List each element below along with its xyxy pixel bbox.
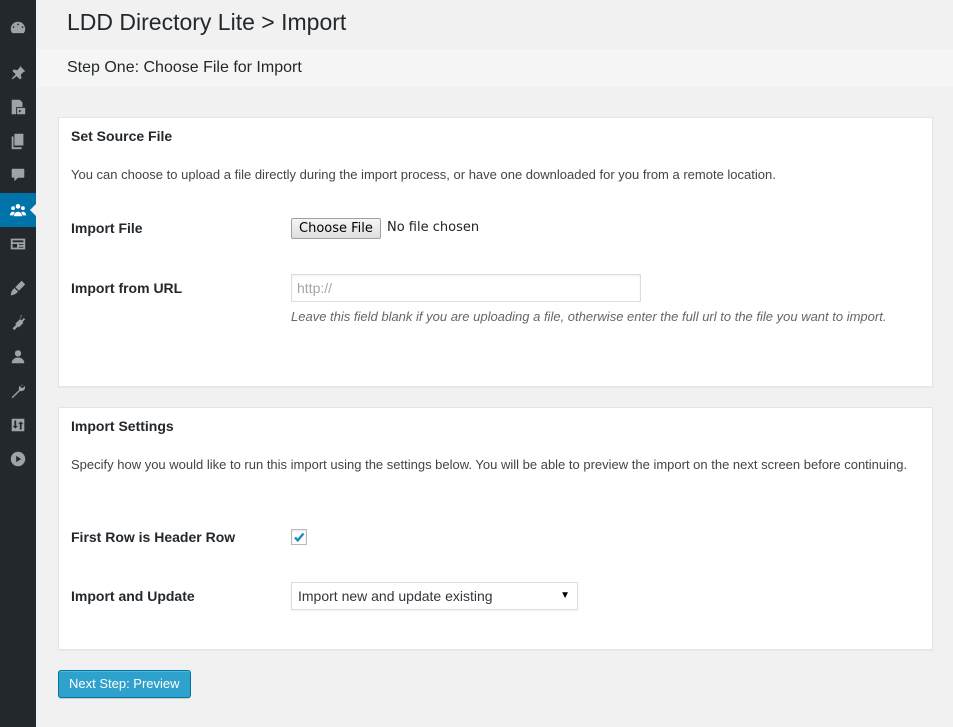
import-url-input[interactable] [291,274,641,302]
appearance-icon[interactable] [0,271,36,305]
import-update-select[interactable]: Import new and update existing ▼ [291,582,578,610]
source-file-panel: Set Source File You can choose to upload… [58,117,933,387]
import-update-label: Import and Update [71,588,195,604]
tools-icon[interactable] [0,374,36,408]
listings-icon[interactable] [0,227,36,261]
step-title: Step One: Choose File for Import [67,59,302,76]
checkmark-icon [294,532,305,543]
header-row-checkbox[interactable] [291,529,307,545]
panel-description: You can choose to upload a file directly… [71,167,776,182]
plugins-icon[interactable] [0,305,36,339]
play-icon[interactable] [0,442,36,476]
pin-icon[interactable] [0,56,36,90]
import-file-label: Import File [71,220,143,236]
dropdown-arrow-icon: ▼ [560,590,570,601]
comments-icon[interactable] [0,158,36,192]
panel-title: Set Source File [71,128,173,144]
dashboard-icon[interactable] [0,11,36,45]
pages-icon[interactable] [0,124,36,158]
header-row-label: First Row is Header Row [71,529,236,545]
url-help-text: Leave this field blank if you are upload… [291,309,887,324]
panel-description: Specify how you would like to run this i… [71,457,908,472]
main-content: LDD Directory Lite > Import Step One: Ch… [36,0,953,727]
import-export-icon[interactable] [0,408,36,442]
admin-sidebar [0,0,36,727]
page-title: LDD Directory Lite > Import [67,9,347,35]
import-url-label: Import from URL [71,280,183,296]
directory-users-icon[interactable] [0,193,36,227]
import-settings-panel: Import Settings Specify how you would li… [58,407,933,650]
next-step-button[interactable]: Next Step: Preview [58,670,191,698]
select-value: Import new and update existing [298,588,493,604]
media-icon[interactable] [0,90,36,124]
panel-title: Import Settings [71,418,174,434]
choose-file-button[interactable]: Choose File [291,218,381,239]
file-status: No file chosen [387,220,480,235]
users-icon[interactable] [0,340,36,374]
step-header: Step One: Choose File for Import [36,49,953,87]
